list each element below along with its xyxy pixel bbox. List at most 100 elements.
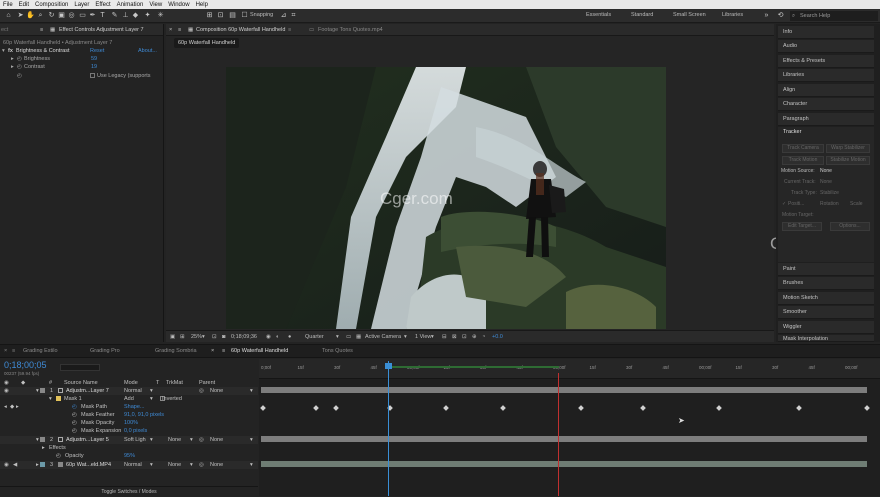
menu-edit[interactable]: Edit (19, 2, 29, 8)
mask-feather-value[interactable]: 91,0, 91,0 pixels (124, 411, 164, 419)
panel-menu-icon[interactable]: ≡ (40, 27, 43, 33)
stopwatch-icon[interactable]: ◴ (72, 427, 77, 435)
layer-row-3[interactable]: ◉ ◀ ▸ 3 60p Wat...eld.MP4 Normal ▾ None … (0, 461, 258, 469)
composition-viewer[interactable]: Cger.com (226, 67, 666, 329)
time-ruler[interactable] (259, 359, 880, 379)
transparency-grid-icon[interactable]: ▦ (356, 334, 361, 340)
menu-view[interactable]: View (149, 2, 162, 8)
label-color-swatch[interactable] (40, 462, 45, 467)
rotate-tool-icon[interactable]: ↻ (47, 11, 56, 20)
mask-row[interactable]: ▾ Mask 1 Add ▾ Inverted (0, 395, 258, 403)
flowchart-icon[interactable]: ⊕ (472, 334, 477, 340)
keyframe-diamond[interactable] (716, 405, 722, 411)
panel-info[interactable]: Info (778, 26, 874, 39)
chevron-down-icon[interactable]: ▾ (250, 436, 253, 444)
fit-icon[interactable]: ⊡ (212, 334, 217, 340)
expand-triangle-icon[interactable]: ▸ (42, 444, 45, 452)
track-camera-button[interactable]: Track Camera (782, 144, 824, 153)
snapshot-icon[interactable]: ◉ (266, 334, 271, 340)
expand-triangle-icon[interactable]: ▸ (11, 63, 14, 71)
chevron-down-icon[interactable]: ▾ (250, 461, 253, 469)
keyframe-nav-prev-icon[interactable]: ◂ (4, 403, 7, 411)
expand-triangle-icon[interactable]: ▾ (36, 387, 39, 395)
layer-name[interactable]: Adjustm...Layer 7 (66, 387, 109, 395)
panel-menu-icon[interactable]: ≡ (12, 348, 15, 354)
close-icon[interactable]: × (4, 348, 7, 354)
align-icon[interactable]: ⊞ (205, 11, 214, 20)
tab-grading-sombria[interactable]: Grading Sombria (155, 348, 197, 354)
stopwatch-icon[interactable]: ◴ (72, 403, 77, 411)
puppet-tool-icon[interactable]: ✳ (156, 11, 165, 20)
snap-options-icon[interactable]: ⊿ (279, 11, 288, 20)
parent-dropdown[interactable]: None (210, 387, 223, 395)
exposure-value[interactable]: +0.0 (492, 334, 503, 340)
keyframe-diamond-icon[interactable]: ◆ (10, 403, 14, 411)
keyframe-diamond[interactable] (864, 405, 870, 411)
motion-source-dropdown[interactable]: None (820, 168, 832, 174)
chevron-down-icon[interactable]: ▾ (202, 334, 205, 340)
reset-link[interactable]: Reset (90, 47, 104, 55)
tab-effect-controls[interactable]: Effect Controls Adjustment Layer 7 (59, 27, 144, 33)
keyframe-diamond[interactable] (796, 405, 802, 411)
label-color-swatch[interactable] (40, 437, 45, 442)
panel-effects-presets[interactable]: Effects & Presets (778, 55, 874, 68)
effects-group-row[interactable]: ▸ Effects (0, 444, 258, 452)
reset-exposure-icon[interactable]: ◔ (482, 334, 485, 340)
about-link[interactable]: About... (138, 47, 157, 55)
tab-composition[interactable]: Composition 60p Waterfall Handheld (196, 27, 285, 33)
workspace-libraries[interactable]: Libraries (722, 12, 743, 18)
eraser-tool-icon[interactable]: ◆ (131, 11, 140, 20)
current-time-indicator[interactable] (388, 361, 389, 496)
label-color-swatch[interactable] (40, 388, 45, 393)
snapping-checkbox-icon[interactable]: ☐ (240, 11, 249, 20)
workspace-small-screen[interactable]: Small Screen (673, 12, 706, 18)
parent-dropdown[interactable]: None (210, 461, 223, 469)
chevron-down-icon[interactable]: ▾ (404, 334, 407, 340)
panel-paragraph[interactable]: Paragraph (778, 113, 874, 126)
roto-brush-icon[interactable]: ✦ (143, 11, 152, 20)
eye-icon[interactable]: ◉ (4, 387, 9, 395)
view-layout-dropdown[interactable]: 1 View (415, 334, 431, 340)
panel-brushes[interactable]: Brushes (778, 277, 874, 290)
contrast-value[interactable]: 19 (91, 63, 97, 71)
menu-file[interactable]: File (3, 2, 13, 8)
mode-dropdown[interactable]: Normal (124, 461, 142, 469)
zoom-tool-icon[interactable]: ⌕ (36, 11, 45, 20)
panel-align[interactable]: Align (778, 84, 874, 97)
parent-pickwhip-icon[interactable]: ◎ (199, 461, 204, 469)
hand-tool-icon[interactable]: ✋ (26, 11, 35, 20)
rectangle-tool-icon[interactable]: ▭ (78, 11, 87, 20)
panel-wiggler[interactable]: Wiggler (778, 321, 874, 334)
mask-name[interactable]: Mask 1 (64, 395, 82, 403)
always-preview-icon[interactable]: ▣ (170, 334, 175, 340)
expand-triangle-icon[interactable]: ▾ (2, 47, 5, 55)
keyframe-diamond[interactable] (578, 405, 584, 411)
layer-name[interactable]: Adjustm...Layer 5 (66, 436, 109, 444)
snapping-label[interactable]: Snapping (250, 12, 273, 18)
mode-dropdown[interactable]: Normal (124, 387, 142, 395)
menu-composition[interactable]: Composition (35, 2, 68, 8)
chevron-down-icon[interactable]: ▾ (150, 387, 153, 395)
pen-tool-icon[interactable]: ✒ (88, 11, 97, 20)
chevron-down-icon[interactable]: ▾ (150, 395, 153, 403)
zoom-dropdown[interactable]: 25% (191, 334, 202, 340)
legacy-checkbox[interactable] (90, 73, 95, 78)
layer-3-bar[interactable] (261, 461, 867, 467)
workspace-essentials[interactable]: Essentials (586, 12, 611, 18)
brush-tool-icon[interactable]: ✎ (110, 11, 119, 20)
playhead-handle[interactable] (385, 363, 392, 369)
menu-layer[interactable]: Layer (74, 2, 89, 8)
stopwatch-icon[interactable]: ◴ (17, 55, 22, 63)
panel-mask-interpolation[interactable]: Mask Interpolation (778, 335, 874, 342)
expand-triangle-icon[interactable]: ▸ (36, 461, 39, 469)
timeline-tracks[interactable]: 0;00f 15f 30f 45f 00;00f 15f 30f 45f 00;00f 15f 30… (259, 359, 880, 496)
brightness-value[interactable]: 59 (91, 55, 97, 63)
footage-icon[interactable]: ▭ (309, 27, 314, 33)
mask-opacity-value[interactable]: 100% (124, 419, 138, 427)
tab-60p-waterfall[interactable]: 60p Waterfall Handheld (231, 348, 288, 354)
draft-3d-icon[interactable]: ⊠ (452, 334, 457, 340)
scale-label[interactable]: Scale (850, 201, 863, 207)
panel-motion-sketch[interactable]: Motion Sketch (778, 292, 874, 305)
mask-color-swatch[interactable] (56, 396, 61, 401)
audio-icon[interactable]: ◀ (13, 461, 17, 469)
